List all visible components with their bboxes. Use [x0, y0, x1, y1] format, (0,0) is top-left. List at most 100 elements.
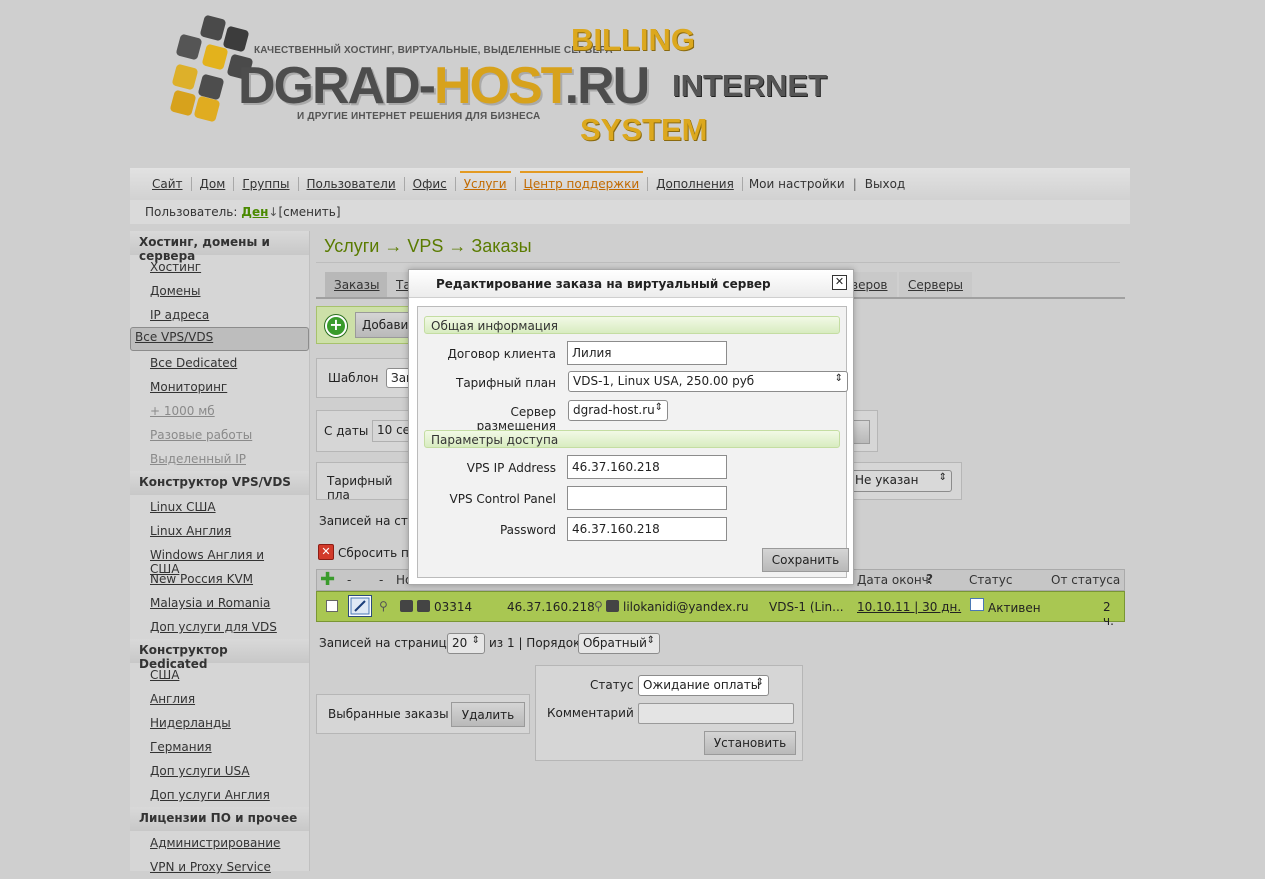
- sidebar-item-monitoring[interactable]: Мониторинг: [130, 375, 309, 399]
- sidebar-item-vds-extras[interactable]: Доп услуги для VDS: [130, 615, 309, 639]
- server-select[interactable]: dgrad-host.ru ⇕: [568, 400, 668, 421]
- date-filter: С даты 10 се: [316, 410, 422, 452]
- sidebar: Хостинг, домены и сервера Хостинг Домены…: [130, 231, 310, 874]
- order-end-date[interactable]: 10.10.11 | 30 дн.: [857, 600, 961, 614]
- add-row-icon[interactable]: ✚: [320, 571, 335, 589]
- sidebar-item-netherlands[interactable]: Нидерланды: [130, 711, 309, 735]
- tariff-filter-value: Не указан: [855, 473, 919, 487]
- sidebar-section-hosting: Хостинг, домены и сервера: [130, 231, 309, 263]
- comment-icon[interactable]: [417, 600, 430, 612]
- sidebar-item-extra-space[interactable]: + 1000 мб: [130, 399, 309, 423]
- logo-title-part1: DGRAD-: [238, 57, 436, 115]
- vps-panel-input[interactable]: [567, 486, 727, 510]
- comment-input[interactable]: [638, 703, 794, 724]
- nav-office[interactable]: Офис: [405, 177, 455, 191]
- logo-title: DGRAD-HOST.RU: [238, 57, 651, 115]
- order-status: Активен: [988, 601, 1041, 615]
- records-per-page-label: Записей на странице:: [319, 636, 459, 650]
- chevron-updown-icon: ⇕: [834, 373, 843, 384]
- sidebar-item-domains[interactable]: Домены: [130, 279, 309, 303]
- sidebar-item-all-dedicated[interactable]: Все Dedicated: [130, 351, 309, 375]
- nav-groups[interactable]: Группы: [234, 177, 297, 191]
- col-from-status[interactable]: От статуса: [1051, 573, 1120, 587]
- nav-support-center[interactable]: Центр поддержки: [516, 171, 648, 191]
- edit-order-modal: Редактирование заказа на виртуальный сер…: [408, 269, 854, 585]
- reset-icon[interactable]: ✕: [318, 544, 334, 560]
- contract-label: Договор клиента: [447, 347, 557, 361]
- logo: КАЧЕСТВЕННЫЙ ХОСТИНГ, ВИРТУАЛЬНЫЕ, ВЫДЕЛ…: [166, 14, 827, 154]
- tariff-filter-select[interactable]: Не указан ⇕: [850, 470, 952, 492]
- sidebar-item-germany[interactable]: Германия: [130, 735, 309, 759]
- comment-icon[interactable]: [400, 600, 413, 612]
- user-change-link[interactable]: [сменить]: [278, 205, 340, 219]
- plan-select[interactable]: VDS-1, Linux USA, 250.00 руб ⇕: [568, 371, 848, 392]
- reset-filters-link[interactable]: Сбросить па: [338, 546, 416, 560]
- save-button[interactable]: Сохранить: [762, 548, 849, 572]
- sidebar-item-linux-usa[interactable]: Linux США: [130, 495, 309, 519]
- help-icon[interactable]: ?: [926, 572, 933, 586]
- vps-ip-label: VPS IP Address: [466, 461, 556, 475]
- edit-icon[interactable]: [348, 595, 372, 617]
- col-dash-2: -: [379, 573, 384, 587]
- col-status[interactable]: Статус: [969, 573, 1012, 587]
- row-checkbox[interactable]: [326, 600, 338, 612]
- nav-separator: |: [852, 177, 857, 191]
- tab-servers[interactable]: Серверы: [899, 272, 972, 297]
- nav-logout[interactable]: Выход: [859, 177, 911, 191]
- nav-addons[interactable]: Дополнения: [648, 177, 742, 191]
- modal-header: Редактирование заказа на виртуальный сер…: [409, 270, 853, 298]
- nav-home[interactable]: Дом: [192, 177, 234, 191]
- nav-site[interactable]: Сайт: [144, 177, 191, 191]
- sidebar-item-vpn-proxy[interactable]: VPN и Proxy Service: [130, 855, 309, 879]
- user-arrow-icon: ↓: [268, 205, 279, 219]
- set-status-button[interactable]: Установить: [704, 731, 796, 755]
- selected-orders-label: Выбранные заказы: [328, 707, 449, 721]
- table-row[interactable]: ⚲ 03314 46.37.160.218 ⚲ lilokanidi@yande…: [316, 591, 1125, 628]
- sidebar-item-administration[interactable]: Администрирование: [130, 831, 309, 855]
- chevron-updown-icon: ⇕: [938, 472, 947, 483]
- comment-icon[interactable]: [606, 600, 619, 612]
- user-name-link[interactable]: Ден: [241, 205, 268, 219]
- modal-title: Редактирование заказа на виртуальный сер…: [436, 277, 771, 291]
- sidebar-item-malaysia-romania[interactable]: Malaysia и Romania: [130, 591, 309, 615]
- tariff-label: Тарифный пла: [327, 474, 393, 502]
- close-icon[interactable]: ✕: [832, 275, 847, 290]
- sidebar-item-england-extras[interactable]: Доп услуги Англия: [130, 783, 309, 807]
- nav-users[interactable]: Пользователи: [299, 177, 404, 191]
- sidebar-section-licenses: Лицензии ПО и прочее: [130, 807, 309, 831]
- server-select-value: dgrad-host.ru: [573, 403, 655, 417]
- vps-ip-input[interactable]: 46.37.160.218: [567, 455, 727, 479]
- sidebar-item-windows-england-usa[interactable]: Windows Англия и США: [130, 543, 309, 576]
- sidebar-item-dedicated-ip[interactable]: Выделенный IP: [130, 447, 309, 471]
- sidebar-item-ip-addresses[interactable]: IP адреса: [130, 303, 309, 327]
- sidebar-item-england[interactable]: Англия: [130, 687, 309, 711]
- template-filter: Шаблон Зак: [316, 358, 426, 398]
- sidebar-item-one-time-work[interactable]: Разовые работы: [130, 423, 309, 447]
- logo-internet: INTERNET: [672, 68, 827, 103]
- logo-billing: BILLING: [571, 22, 695, 57]
- status-select[interactable]: Ожидание оплаты ⇕: [638, 675, 769, 696]
- chevron-updown-icon: ⇕: [471, 635, 480, 646]
- records-per-page-select[interactable]: 20 ⇕: [447, 633, 485, 654]
- user-label: Пользователь:: [145, 205, 238, 219]
- tab-orders[interactable]: Заказы: [325, 272, 389, 297]
- tariff-filter: Тарифный пла: [316, 462, 416, 502]
- password-label: Password: [499, 523, 556, 537]
- password-input[interactable]: 46.37.160.218: [567, 517, 727, 541]
- nav-services[interactable]: Услуги: [456, 171, 515, 191]
- logo-system: SYSTEM: [580, 112, 708, 147]
- col-end-date[interactable]: Дата оконч.: [857, 573, 933, 587]
- nav-my-settings[interactable]: Мои настройки: [743, 177, 851, 191]
- sidebar-item-all-vps[interactable]: Все VPS/VDS: [130, 327, 309, 351]
- sidebar-item-usa-extras[interactable]: Доп услуги USA: [130, 759, 309, 783]
- logo-title-part3: .RU: [564, 57, 651, 115]
- add-order-bar: + Добавит: [316, 306, 417, 344]
- tariff-filter-end: Не указан ⇕: [850, 462, 962, 500]
- add-icon[interactable]: +: [325, 315, 347, 337]
- order-email: lilokanidi@yandex.ru: [623, 600, 749, 614]
- records-per-page-value: 20: [452, 636, 468, 650]
- delete-button[interactable]: Удалить: [451, 702, 525, 727]
- sort-order-select[interactable]: Обратный ⇕: [578, 633, 660, 654]
- sidebar-item-linux-england[interactable]: Linux Англия: [130, 519, 309, 543]
- contract-input[interactable]: Лилия: [567, 341, 727, 365]
